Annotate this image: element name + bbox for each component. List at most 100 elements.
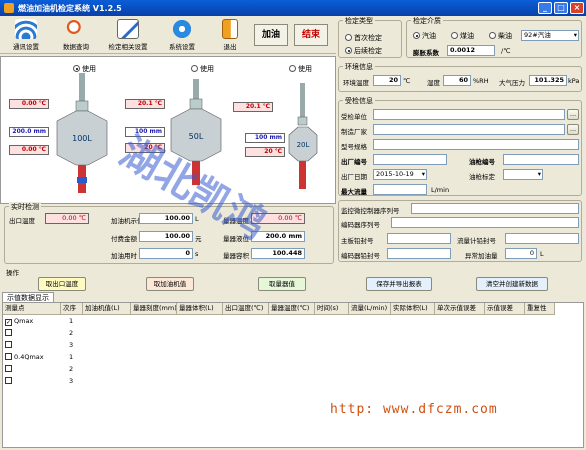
controller-serial-input[interactable] (411, 203, 579, 214)
humidity-input[interactable]: 60 (443, 75, 471, 86)
dut-info-group: 受检信息 受检单位 ... 制造厂家 ... 型号规格 出厂编号 油枪编号 出厂… (338, 96, 582, 196)
exit-button[interactable]: 退出 (206, 18, 254, 52)
right-temp-top: 20.1 ℃ (233, 102, 273, 112)
kerosene-radio[interactable]: 煤油 (451, 31, 474, 41)
max-flow-input[interactable] (373, 184, 427, 195)
medium-group: 检定介质 汽油 煤油 柴油 92#汽油 ▾ 膨胀系数 0.0012 /℃ (406, 16, 582, 58)
table-header-3: 量器刻度(mm) (131, 303, 177, 315)
table-header-5: 出口温度(℃) (223, 303, 269, 315)
left-level: 200.0 mm (9, 127, 49, 137)
use-radio-right[interactable]: 使用 (289, 64, 312, 74)
table-row-checkbox[interactable]: 0.4Qmax (5, 352, 44, 363)
diesel-radio[interactable]: 柴油 (489, 31, 512, 41)
comm-settings-button[interactable]: 通讯设置 (2, 18, 50, 52)
row-order: 2 (69, 365, 74, 373)
checkbox-icon[interactable] (5, 377, 12, 384)
abnormal-volume-input[interactable]: 0 (505, 248, 537, 259)
calendar-dropdown-icon: ▾ (421, 170, 425, 178)
exit-door-icon (222, 19, 238, 39)
minimize-button[interactable]: _ (538, 2, 552, 14)
table-header-1: 次序 (61, 303, 83, 315)
env-temp-input[interactable]: 20 (373, 75, 401, 86)
get-outlet-temp-button[interactable]: 取出口温度 (38, 277, 86, 291)
date-picker[interactable]: 2015-10-19 ▾ (373, 169, 427, 180)
ops-title: 操作 (6, 269, 19, 277)
tank-20l: 20L (288, 83, 318, 189)
verify-settings-button[interactable]: 检定相关设置 (100, 18, 156, 52)
model-input[interactable] (373, 139, 579, 150)
table-header-8: 流量(L/min) (349, 303, 391, 315)
vessel-volume-value: 100.448 (251, 248, 305, 259)
title-bar: 燃油加油机检定系统 V1.2.5 _ □ × (0, 0, 586, 16)
tank-20l-label: 20L (297, 141, 310, 149)
get-vessel-value-button[interactable]: 取量器值 (258, 277, 306, 291)
time-input[interactable]: 0 (139, 248, 193, 259)
table-header-11: 示值误差 (485, 303, 525, 315)
left-temp-top: 0.00 ℃ (9, 99, 49, 109)
gun-number-input[interactable] (503, 154, 579, 165)
table-row-checkbox[interactable] (5, 328, 14, 339)
checkbox-icon[interactable]: ✓ (5, 319, 12, 326)
table-header-9: 实际体积(L) (391, 303, 435, 315)
pressure-input[interactable]: 101.325 (529, 75, 567, 86)
manufacturer-browse-button[interactable]: ... (567, 124, 579, 135)
close-button[interactable]: × (570, 2, 584, 14)
machine-value-input[interactable]: 100.00 (139, 213, 193, 224)
first-verify-radio[interactable]: 首次检定 (345, 33, 382, 43)
dut-unit-browse-button[interactable]: ... (567, 109, 579, 120)
get-machine-value-button[interactable]: 取加油机值 (146, 277, 194, 291)
measure-point: Qmax (14, 317, 34, 325)
data-table: 测量点 次序 加油机值(L) 量器刻度(mm) 量器体积(L) 出口温度(℃) 量器温度(℃… (2, 302, 584, 448)
table-row-checkbox[interactable] (5, 364, 14, 375)
clear-new-button[interactable]: 清空并创建新数据 (476, 277, 548, 291)
pay-amount-input[interactable]: 100.00 (139, 231, 193, 242)
checkbox-icon[interactable] (5, 353, 12, 360)
controller-group: 监控微控制器序列号 编码器序列号 主板铅封号 流量计铅封号 编码器铅封号 异常加… (338, 200, 582, 262)
system-settings-button[interactable]: 系统设置 (158, 18, 206, 52)
encoder-seal-input[interactable] (387, 248, 451, 259)
main-seal-input[interactable] (387, 233, 451, 244)
serial-input[interactable] (373, 154, 447, 165)
left-temp-bottom: 0.00 ℃ (9, 145, 49, 155)
manufacturer-input[interactable] (373, 124, 565, 135)
encoder-serial-input[interactable] (391, 217, 579, 228)
wifi-icon (15, 19, 37, 39)
table-row-checkbox[interactable] (5, 340, 14, 351)
mid-temp-top: 20.1 ℃ (125, 99, 165, 109)
table-header-0: 测量点 (3, 303, 61, 315)
toolbar: 通讯设置 数据查询 检定相关设置 系统设置 退出 加油 结束 (0, 16, 336, 54)
table-header-4: 量器体积(L) (177, 303, 223, 315)
dut-unit-input[interactable] (373, 109, 565, 120)
checkbox-icon[interactable] (5, 341, 12, 348)
table-row-checkbox[interactable] (5, 376, 14, 387)
measure-point: 0.4Qmax (14, 353, 44, 361)
verify-type-group: 检定类型 首次检定 后续检定 (338, 16, 402, 58)
gun-mark-select[interactable]: ▾ (503, 169, 543, 180)
table-row-checkbox[interactable]: ✓ Qmax (5, 316, 33, 327)
magnifier-icon (65, 19, 87, 39)
save-export-button[interactable]: 保存并导出报表 (366, 277, 432, 291)
edit-doc-icon (117, 19, 139, 39)
checkbox-icon[interactable] (5, 329, 12, 336)
end-button[interactable]: 结束 (294, 24, 328, 46)
right-temp-bottom: 20 ℃ (245, 147, 285, 157)
followup-verify-radio[interactable]: 后续检定 (345, 46, 382, 56)
gasoline-radio[interactable]: 汽油 (413, 31, 436, 41)
table-header-2: 加油机值(L) (83, 303, 131, 315)
row-order: 3 (69, 377, 74, 385)
maximize-button[interactable]: □ (554, 2, 568, 14)
table-header-10: 单次示值误差 (435, 303, 485, 315)
flow-seal-input[interactable] (505, 233, 579, 244)
expansion-input[interactable]: 0.0012 (447, 45, 495, 56)
use-radio-mid[interactable]: 使用 (191, 64, 214, 74)
grade-select[interactable]: 92#汽油 ▾ (521, 30, 579, 41)
row-order: 3 (69, 341, 74, 349)
data-query-button[interactable]: 数据查询 (52, 18, 100, 52)
tank-50l-label: 50L (189, 132, 204, 141)
chevron-down-icon: ▾ (573, 31, 577, 39)
tank-100l: 100L (56, 73, 108, 193)
tank-100l-label: 100L (72, 134, 92, 143)
add-oil-button[interactable]: 加油 (254, 24, 288, 46)
checkbox-icon[interactable] (5, 365, 12, 372)
window-title: 燃油加油机检定系统 V1.2.5 (18, 4, 122, 13)
